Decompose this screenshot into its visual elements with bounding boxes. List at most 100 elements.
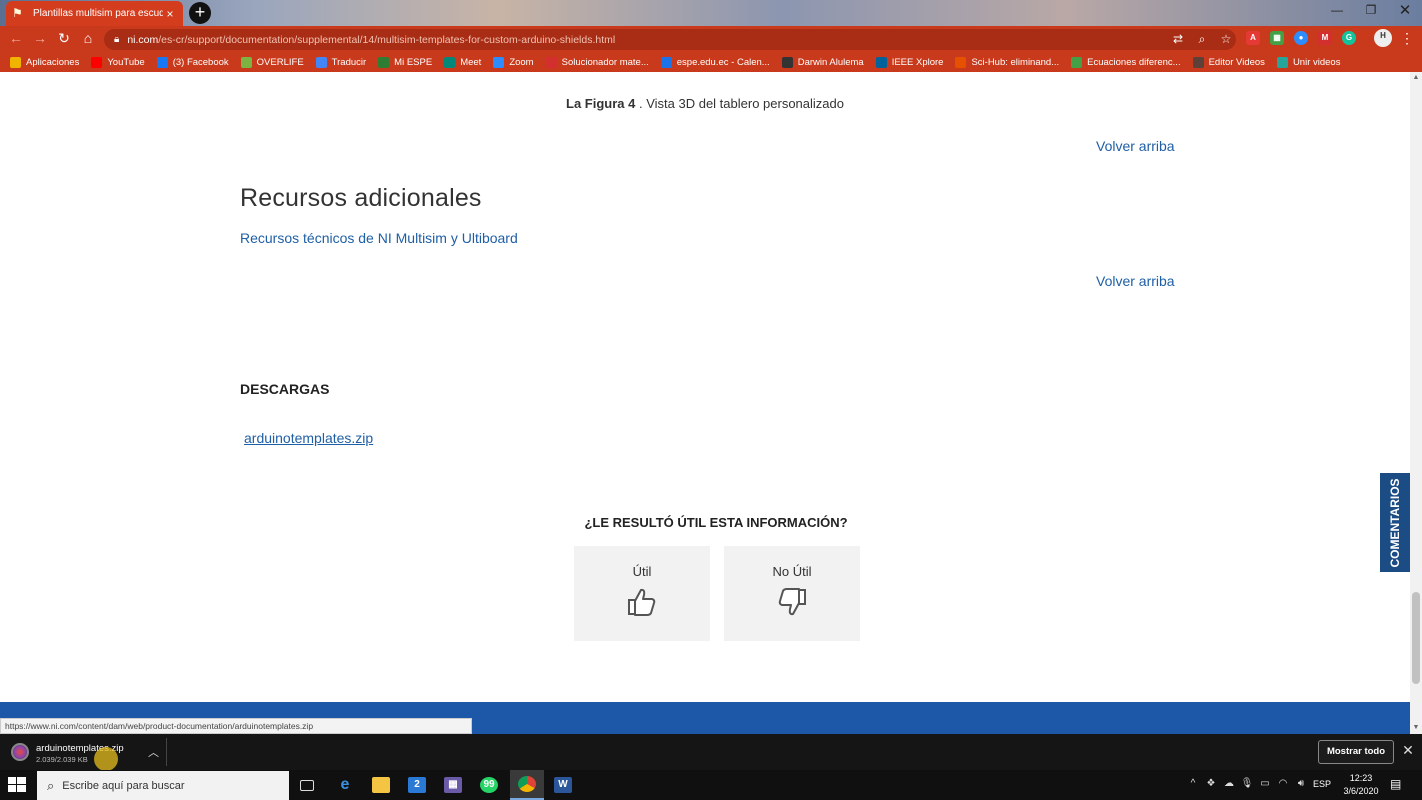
meet-icon [444,56,456,68]
menu-dots-icon[interactable]: ⋮ [1398,30,1416,47]
wifi-icon[interactable]: ◠ [1276,778,1290,789]
restore-icon[interactable]: ❐ [1356,3,1386,17]
reload-icon[interactable]: ↻ [55,30,73,47]
download-bar-close-icon[interactable]: ✕ [1400,742,1416,759]
bookmark-item[interactable]: OVERLIFE [240,56,304,68]
zoom-icon [493,56,505,68]
bookmark-item[interactable]: YouTube [91,56,145,68]
onedrive-icon[interactable]: ☁ [1222,778,1236,789]
bookmarks-bar: Aplicaciones YouTube (3) Facebook OVERLIFE T… [0,52,1422,72]
bookmark-item[interactable]: Editor Videos [1192,56,1265,68]
taskbar-clock[interactable]: 12:23 3/6/2020 [1340,772,1382,798]
scroll-up-icon[interactable]: ▲ [1410,72,1422,84]
downloads-heading: DESCARGAS [240,381,330,397]
back-icon[interactable]: ← [7,30,25,46]
download-file-link[interactable]: arduinotemplates.zip [244,430,373,446]
apps-icon [10,56,21,68]
taskbar-search-placeholder: Escribe aquí para buscar [62,779,185,792]
bookmark-item[interactable]: Aplicaciones [10,56,80,68]
archive-file-icon [11,743,29,761]
globe-icon [781,56,793,68]
scroll-down-icon[interactable]: ▼ [1410,722,1422,734]
input-language[interactable]: ESP [1313,779,1331,789]
calendar-icon [660,56,672,68]
file-explorer-app-icon[interactable] [364,770,398,800]
bookmark-item[interactable]: (3) Facebook [156,56,229,68]
feedback-not-useful-button[interactable]: No Útil [724,546,860,641]
word-app-icon[interactable]: W [546,770,580,800]
whatsapp-app-icon[interactable]: 99 [472,770,506,800]
comments-tab[interactable]: COMENTARIOS [1380,473,1410,572]
bookmark-label: Solucionador mate... [561,56,649,68]
notifications-icon[interactable]: ▤ [1390,777,1401,791]
bookmark-label: YouTube [107,56,145,68]
bookmark-item[interactable]: Solucionador mate... [545,56,649,68]
minimize-icon[interactable]: — [1322,3,1352,17]
window-close-icon[interactable]: ✕ [1390,1,1420,19]
microphone-icon[interactable]: 🎙︎ [1240,778,1254,789]
bookmark-label: Aplicaciones [26,56,80,68]
download-file-size: 2.039/2.039 KB [36,755,88,764]
section-title: Recursos adicionales [240,184,482,212]
bookmark-item[interactable]: espe.edu.ec - Calen... [660,56,770,68]
bookmark-item[interactable]: Ecuaciones diferenc... [1071,56,1181,68]
download-item[interactable]: arduinotemplates.zip 2.039/2.039 KB ︿ [8,738,163,771]
tab-close-icon[interactable]: × [163,7,177,21]
home-icon[interactable]: ⌂ [79,30,97,46]
tab-strip: ⚑ Plantillas multisim para escudos × + —… [0,0,1422,26]
clock-time: 12:23 [1349,773,1373,783]
zoom-extension-icon[interactable]: ● [1294,31,1308,45]
zoom-page-icon[interactable]: ⌕ [1194,32,1210,47]
scihub-icon [955,56,967,68]
bookmark-item[interactable]: Unir videos [1276,56,1340,68]
bookmark-item[interactable]: Traducir [315,56,366,68]
download-bar: arduinotemplates.zip 2.039/2.039 KB ︿ Mo… [0,734,1422,771]
clock-date: 3/6/2020 [1343,786,1379,796]
translate-icon [315,56,327,68]
battery-icon[interactable]: ▭ [1258,778,1272,789]
bookmark-item[interactable]: Sci-Hub: eliminand... [955,56,1059,68]
translate-page-icon[interactable]: ⇄ [1170,32,1186,46]
calculator-app-icon[interactable]: ▦ [436,770,470,800]
grammarly-extension-icon[interactable]: G [1342,31,1356,45]
back-to-top-link[interactable]: Volver arriba [1096,273,1175,289]
edge-app-icon[interactable]: e [328,770,362,800]
tab-active[interactable]: ⚑ Plantillas multisim para escudos × [6,1,183,26]
browser-toolbar: ← → ↻ ⌂ 🔒︎ ni.com/es-cr/support/document… [0,26,1422,52]
show-hidden-icons-icon[interactable]: ^ [1186,778,1200,789]
chevron-up-icon[interactable]: ︿ [148,744,159,760]
dropbox-icon[interactable]: ❖ [1204,778,1218,789]
page-scrollbar[interactable]: ▲ ▼ [1410,72,1422,734]
bookmark-label: IEEE Xplore [891,56,944,68]
bookmark-item[interactable]: Mi ESPE [378,56,432,68]
chrome-app-icon[interactable] [510,770,544,800]
page-content: La Figura 4 . Vista 3D del tablero perso… [0,72,1410,734]
new-tab-button[interactable]: + [189,2,211,24]
profile-avatar[interactable]: H [1374,29,1392,47]
back-to-top-link[interactable]: Volver arriba [1096,138,1175,154]
symbolab-icon [545,56,557,68]
download-bar-divider [166,738,167,766]
volume-icon[interactable]: 🔊︎ [1294,778,1308,789]
forward-icon[interactable]: → [31,30,49,46]
task-view-icon[interactable] [290,770,324,800]
taskbar-search[interactable]: ⌕ Escribe aquí para buscar [37,771,289,800]
address-bar[interactable]: 🔒︎ ni.com/es-cr/support/documentation/su… [104,29,1236,50]
feedback-useful-label: Útil [632,564,652,579]
resource-link[interactable]: Recursos técnicos de NI Multisim y Ultib… [240,230,518,246]
bookmark-item[interactable]: IEEE Xplore [875,56,944,68]
bookmark-label: (3) Facebook [172,56,229,68]
pdf-extension-icon[interactable]: A [1246,31,1260,45]
feedback-useful-button[interactable]: Útil [574,546,710,641]
show-all-downloads-button[interactable]: Mostrar todo [1318,740,1394,764]
mail-app-icon[interactable]: 2 [400,770,434,800]
thumbs-down-icon [778,588,806,616]
bookmark-star-icon[interactable]: ☆ [1218,32,1234,46]
windows-start-icon[interactable] [6,776,28,794]
bookmark-item[interactable]: Meet [444,56,481,68]
sheets-extension-icon[interactable]: ▦ [1270,31,1284,45]
gmail-extension-icon[interactable]: M [1318,31,1332,45]
scroll-thumb[interactable] [1412,592,1420,684]
bookmark-item[interactable]: Darwin Alulema [781,56,864,68]
bookmark-item[interactable]: Zoom [493,56,534,68]
